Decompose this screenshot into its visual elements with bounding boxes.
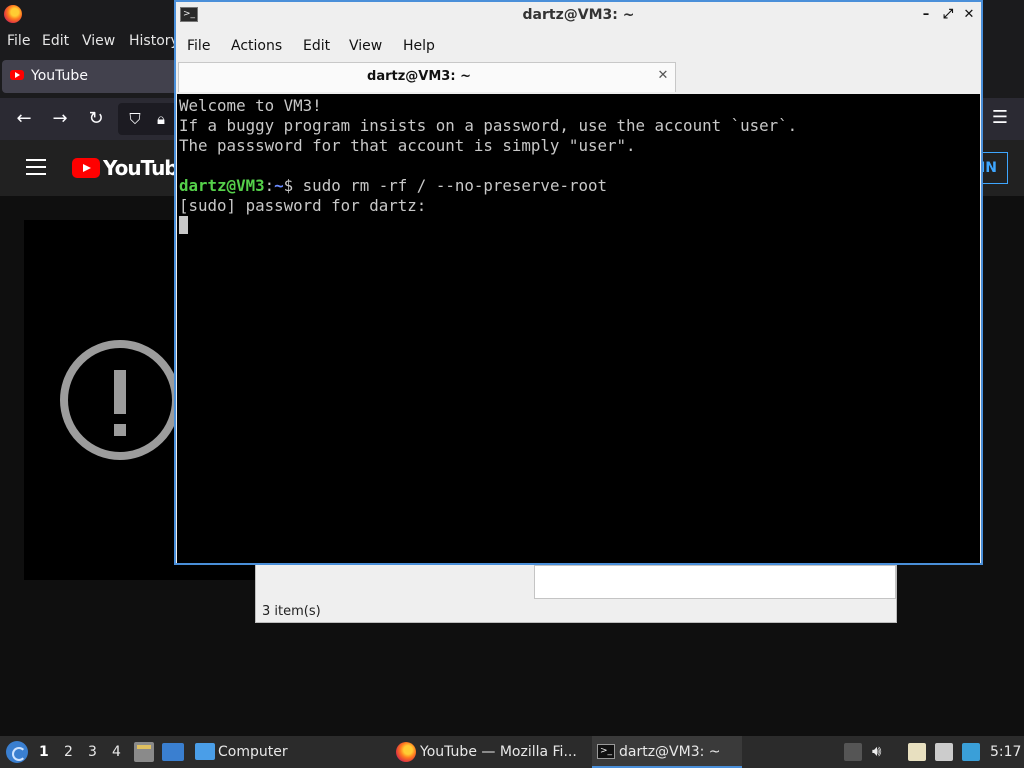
task-terminal-label: dartz@VM3: ~ — [619, 744, 721, 760]
prompt-separator: : — [264, 176, 275, 195]
menu-view[interactable]: View — [82, 33, 115, 49]
clipboard-icon[interactable] — [908, 743, 926, 761]
menu-edit[interactable]: Edit — [303, 38, 330, 54]
terminal-titlebar[interactable]: >_ dartz@VM3: ~ – ⤢ ✕ — [176, 2, 981, 30]
tab-title: YouTube — [31, 68, 88, 84]
workspace-3[interactable]: 3 — [88, 744, 97, 760]
error-exclamation-icon — [60, 340, 180, 460]
reload-icon[interactable]: ↻ — [83, 106, 109, 132]
show-desktop-icon[interactable] — [162, 743, 184, 761]
maximize-icon[interactable]: ⤢ — [940, 7, 956, 23]
file-manager-pane[interactable] — [534, 565, 896, 599]
status-bar-text: 3 item(s) — [262, 604, 321, 619]
tray-arrow-icon[interactable] — [844, 743, 862, 761]
workspace-4[interactable]: 4 — [112, 744, 121, 760]
task-terminal[interactable]: >_ dartz@VM3: ~ — [592, 736, 742, 768]
terminal-output[interactable]: Welcome to VM3! If a buggy program insist… — [177, 94, 980, 563]
minimize-icon[interactable]: – — [918, 7, 934, 23]
youtube-favicon-icon — [10, 70, 24, 80]
prompt-user: dartz@VM3 — [179, 176, 265, 195]
youtube-logo-icon[interactable] — [72, 158, 100, 178]
output-line: The passsword for that account is simply… — [179, 136, 636, 155]
menu-file[interactable]: File — [187, 38, 210, 54]
clock[interactable]: 5:17 — [990, 744, 1021, 760]
window-title: dartz@VM3: ~ — [522, 7, 635, 23]
text-cursor — [179, 216, 188, 234]
output-line: Welcome to VM3! — [179, 96, 322, 115]
workspace-2[interactable]: 2 — [64, 744, 73, 760]
prompt-dollar: $ — [283, 176, 303, 195]
command-line: dartz@VM3:~$ sudo rm -rf / --no-preserve… — [179, 176, 980, 196]
shield-icon[interactable]: ⛉ — [122, 106, 148, 132]
terminal-menubar: File Actions Edit View Help — [176, 30, 981, 60]
terminal-tab[interactable]: dartz@VM3: ~ ✕ — [178, 62, 676, 92]
folder-icon[interactable] — [195, 743, 215, 760]
firefox-icon — [4, 5, 22, 23]
sudo-prompt: [sudo] password for dartz: — [179, 196, 427, 215]
tab-title: dartz@VM3: ~ — [367, 69, 471, 84]
network-icon[interactable] — [935, 743, 953, 761]
menu-edit[interactable]: Edit — [42, 33, 69, 49]
update-notifier-icon[interactable] — [962, 743, 980, 761]
back-arrow-icon[interactable]: ← — [11, 106, 37, 132]
command-text: sudo rm -rf / --no-preserve-root — [302, 176, 608, 195]
task-firefox[interactable]: YouTube — Mozilla Fi... — [420, 744, 577, 760]
menu-help[interactable]: Help — [403, 38, 435, 54]
menu-actions[interactable]: Actions — [231, 38, 282, 54]
terminal-icon: >_ — [597, 744, 615, 759]
menu-view[interactable]: View — [349, 38, 382, 54]
tab-close-icon[interactable]: ✕ — [655, 68, 671, 84]
task-computer[interactable]: Computer — [218, 744, 288, 760]
close-icon[interactable]: ✕ — [961, 7, 977, 23]
start-menu-icon[interactable] — [6, 741, 28, 763]
prompt-path: ~ — [274, 176, 284, 195]
taskbar: 1 2 3 4 Computer YouTube — Mozilla Fi...… — [0, 736, 1024, 768]
file-manager-window: 3 item(s) — [255, 560, 897, 623]
workspace-1[interactable]: 1 — [39, 744, 49, 760]
terminal-window: >_ dartz@VM3: ~ – ⤢ ✕ File Actions Edit … — [174, 0, 983, 565]
volume-icon[interactable]: 🔊︎ — [872, 742, 890, 760]
file-manager-launcher-icon[interactable] — [134, 742, 154, 762]
url-bar[interactable]: ⛉ 🔒︎ — [118, 103, 178, 135]
hamburger-menu-icon[interactable] — [26, 159, 46, 175]
app-menu-icon[interactable]: ☰ — [988, 106, 1012, 130]
firefox-icon[interactable] — [396, 742, 416, 762]
tab-youtube[interactable]: YouTube — [2, 60, 177, 93]
menu-file[interactable]: File — [7, 33, 30, 49]
forward-arrow-icon[interactable]: → — [47, 106, 73, 132]
lock-icon[interactable]: 🔒︎ — [148, 106, 174, 132]
output-line: If a buggy program insists on a password… — [179, 116, 798, 135]
menu-history[interactable]: History — [129, 33, 179, 49]
